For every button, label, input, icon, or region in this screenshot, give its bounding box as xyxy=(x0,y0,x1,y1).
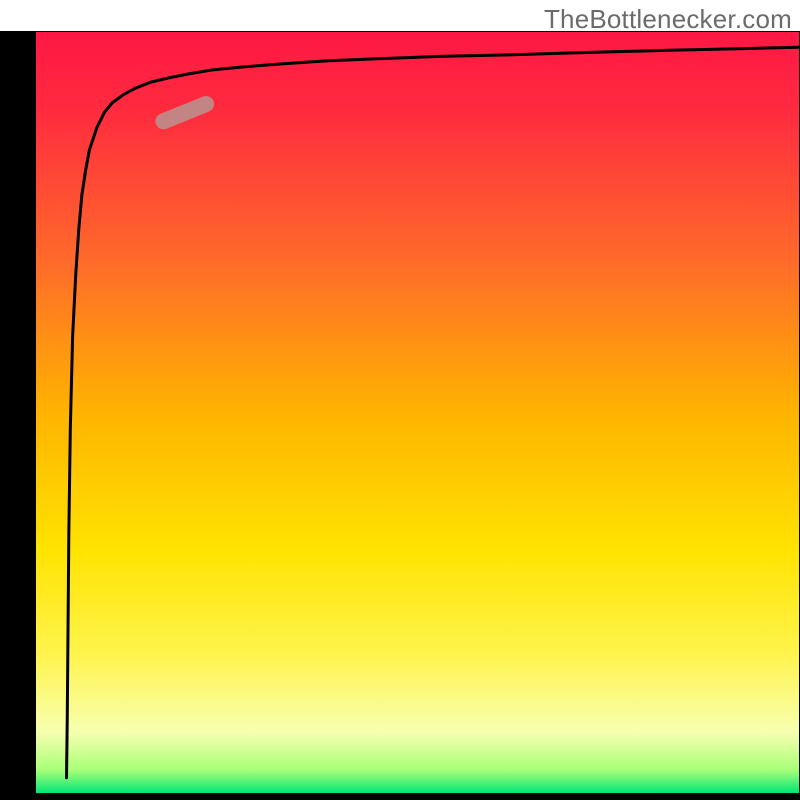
watermark-label: TheBottlenecker.com xyxy=(544,4,792,35)
chart-svg xyxy=(0,0,800,800)
frame-bottom xyxy=(0,793,799,800)
plot-background xyxy=(36,32,799,793)
frame-left xyxy=(0,32,36,800)
chart-stage: TheBottlenecker.com xyxy=(0,0,800,800)
